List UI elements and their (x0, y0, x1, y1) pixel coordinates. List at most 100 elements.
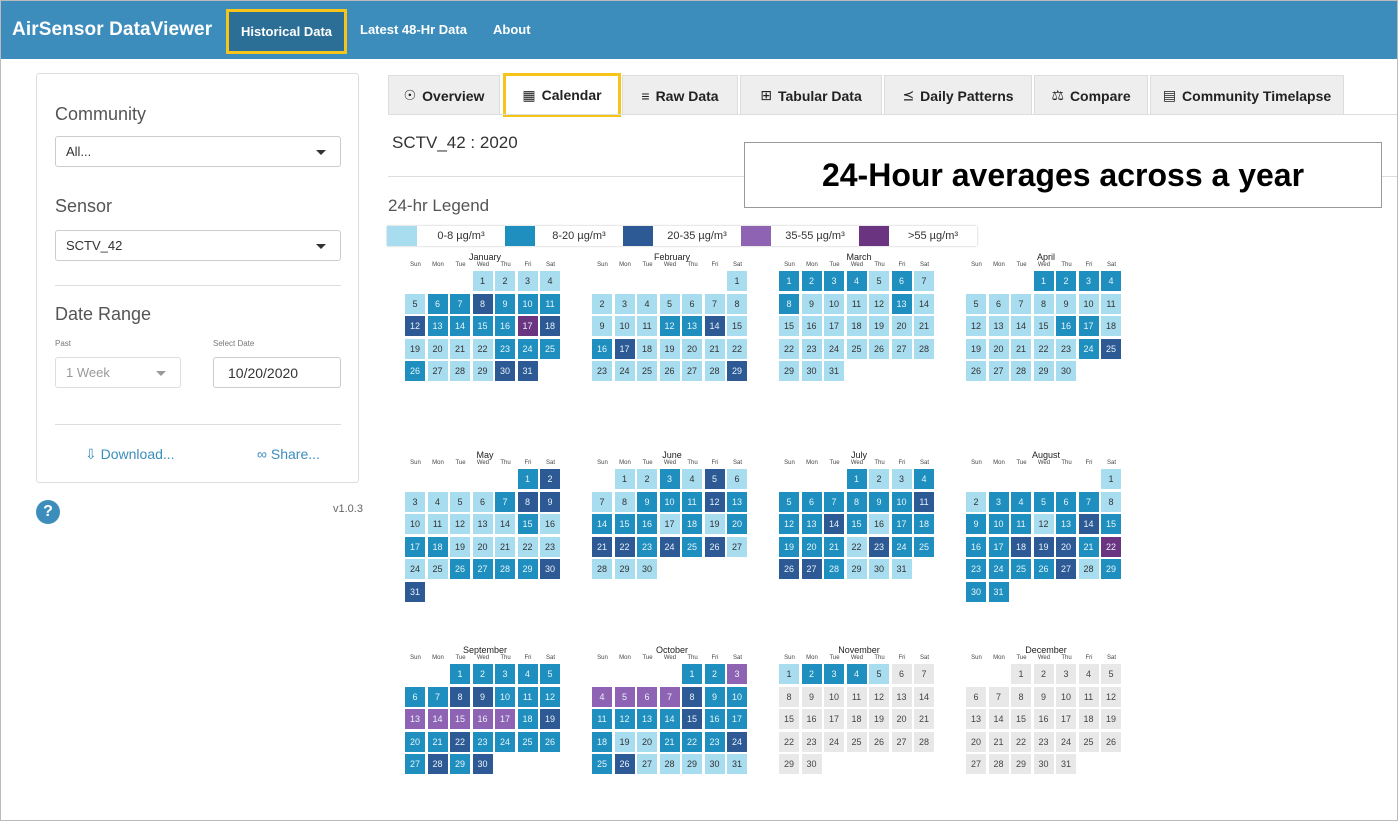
calendar-day[interactable]: 18 (427, 536, 448, 557)
calendar-day[interactable]: 19 (659, 338, 680, 359)
calendar-day[interactable]: 22 (727, 338, 747, 359)
calendar-day[interactable]: 14 (824, 514, 844, 534)
calendar-day[interactable]: 2 (495, 271, 515, 291)
calendar-day[interactable]: 27 (966, 754, 986, 774)
calendar-day[interactable]: 24 (495, 731, 515, 752)
calendar-day[interactable]: 7 (824, 491, 844, 512)
calendar-day[interactable]: 6 (891, 271, 912, 291)
calendar-day[interactable]: 25 (427, 559, 448, 579)
calendar-day[interactable]: 27 (727, 536, 747, 557)
calendar-day[interactable]: 7 (704, 293, 725, 314)
calendar-day[interactable]: 11 (1078, 686, 1099, 707)
calendar-day[interactable]: 30 (1056, 361, 1076, 381)
calendar-day[interactable]: 3 (824, 664, 844, 684)
calendar-day[interactable]: 30 (540, 559, 560, 579)
calendar-day[interactable]: 14 (988, 709, 1009, 729)
calendar-day[interactable]: 22 (1101, 536, 1121, 557)
calendar-day[interactable]: 28 (824, 559, 844, 579)
calendar-day[interactable]: 17 (1078, 316, 1099, 336)
calendar-day[interactable]: 9 (966, 514, 986, 534)
calendar-day[interactable]: 26 (966, 361, 986, 381)
calendar-day[interactable]: 3 (727, 664, 747, 684)
share-button[interactable]: ∞ Share... (257, 446, 320, 462)
calendar-day[interactable]: 25 (540, 338, 560, 359)
calendar-day[interactable]: 6 (1056, 491, 1076, 512)
calendar-day[interactable]: 13 (405, 709, 425, 729)
calendar-day[interactable]: 6 (472, 491, 493, 512)
calendar-day[interactable]: 9 (869, 491, 889, 512)
calendar-day[interactable]: 16 (592, 338, 612, 359)
calendar-day[interactable]: 4 (517, 664, 538, 684)
calendar-day[interactable]: 21 (659, 731, 680, 752)
tab-community-timelapse[interactable]: ▤ Community Timelapse (1150, 75, 1344, 115)
calendar-day[interactable]: 18 (914, 514, 934, 534)
calendar-day[interactable]: 6 (801, 491, 822, 512)
calendar-day[interactable]: 6 (891, 664, 912, 684)
calendar-day[interactable]: 4 (592, 686, 612, 707)
calendar-day[interactable]: 11 (914, 491, 934, 512)
calendar-day[interactable]: 3 (988, 491, 1009, 512)
calendar-day[interactable]: 16 (540, 514, 560, 534)
calendar-day[interactable]: 23 (472, 731, 493, 752)
tab-daily-patterns[interactable]: ⪯ Daily Patterns (884, 75, 1032, 115)
calendar-day[interactable]: 20 (988, 338, 1009, 359)
calendar-day[interactable]: 3 (824, 271, 844, 291)
calendar-day[interactable]: 7 (495, 491, 515, 512)
nav-latest-48hr-data[interactable]: Latest 48-Hr Data (360, 22, 467, 37)
calendar-day[interactable]: 26 (1033, 559, 1054, 579)
calendar-day[interactable]: 13 (1056, 514, 1076, 534)
calendar-day[interactable]: 4 (540, 271, 560, 291)
calendar-day[interactable]: 29 (1033, 361, 1054, 381)
calendar-day[interactable]: 5 (614, 686, 635, 707)
calendar-day[interactable]: 8 (472, 293, 493, 314)
calendar-day[interactable]: 17 (824, 709, 844, 729)
calendar-day[interactable]: 12 (869, 686, 889, 707)
calendar-day[interactable]: 26 (450, 559, 470, 579)
calendar-day[interactable]: 5 (869, 271, 889, 291)
calendar-day[interactable]: 1 (1101, 469, 1121, 489)
calendar-day[interactable]: 27 (427, 361, 448, 381)
help-icon[interactable]: ? (36, 500, 60, 524)
calendar-day[interactable]: 4 (1101, 271, 1121, 291)
calendar-day[interactable]: 31 (1056, 754, 1076, 774)
calendar-day[interactable]: 24 (517, 338, 538, 359)
calendar-day[interactable]: 16 (704, 709, 725, 729)
calendar-day[interactable]: 12 (966, 316, 986, 336)
calendar-day[interactable]: 2 (1056, 271, 1076, 291)
calendar-day[interactable]: 18 (1078, 709, 1099, 729)
calendar-day[interactable]: 13 (801, 514, 822, 534)
calendar-day[interactable]: 18 (1101, 316, 1121, 336)
calendar-day[interactable]: 13 (891, 686, 912, 707)
calendar-day[interactable]: 1 (1011, 664, 1031, 684)
calendar-day[interactable]: 2 (966, 491, 986, 512)
calendar-day[interactable]: 30 (495, 361, 515, 381)
calendar-day[interactable]: 28 (450, 361, 470, 381)
calendar-day[interactable]: 10 (1078, 293, 1099, 314)
calendar-day[interactable]: 27 (1056, 559, 1076, 579)
calendar-day[interactable]: 4 (427, 491, 448, 512)
calendar-day[interactable]: 9 (472, 686, 493, 707)
calendar-day[interactable]: 30 (637, 559, 657, 579)
calendar-day[interactable]: 14 (427, 709, 448, 729)
calendar-day[interactable]: 23 (1033, 731, 1054, 752)
calendar-day[interactable]: 16 (1056, 316, 1076, 336)
calendar-day[interactable]: 1 (1033, 271, 1054, 291)
calendar-day[interactable]: 1 (614, 469, 635, 489)
calendar-day[interactable]: 21 (592, 536, 612, 557)
calendar-day[interactable]: 15 (472, 316, 493, 336)
calendar-day[interactable]: 2 (540, 469, 560, 489)
calendar-day[interactable]: 14 (704, 316, 725, 336)
calendar-day[interactable]: 22 (779, 338, 799, 359)
calendar-day[interactable]: 1 (779, 664, 799, 684)
calendar-day[interactable]: 12 (704, 491, 725, 512)
calendar-day[interactable]: 27 (682, 361, 702, 381)
calendar-day[interactable]: 7 (988, 686, 1009, 707)
calendar-day[interactable]: 14 (495, 514, 515, 534)
calendar-day[interactable]: 29 (779, 361, 799, 381)
calendar-day[interactable]: 1 (450, 664, 470, 684)
calendar-day[interactable]: 29 (614, 559, 635, 579)
calendar-day[interactable]: 11 (1101, 293, 1121, 314)
calendar-day[interactable]: 1 (472, 271, 493, 291)
past-select[interactable]: 1 Week (55, 357, 181, 388)
calendar-day[interactable]: 30 (801, 361, 822, 381)
